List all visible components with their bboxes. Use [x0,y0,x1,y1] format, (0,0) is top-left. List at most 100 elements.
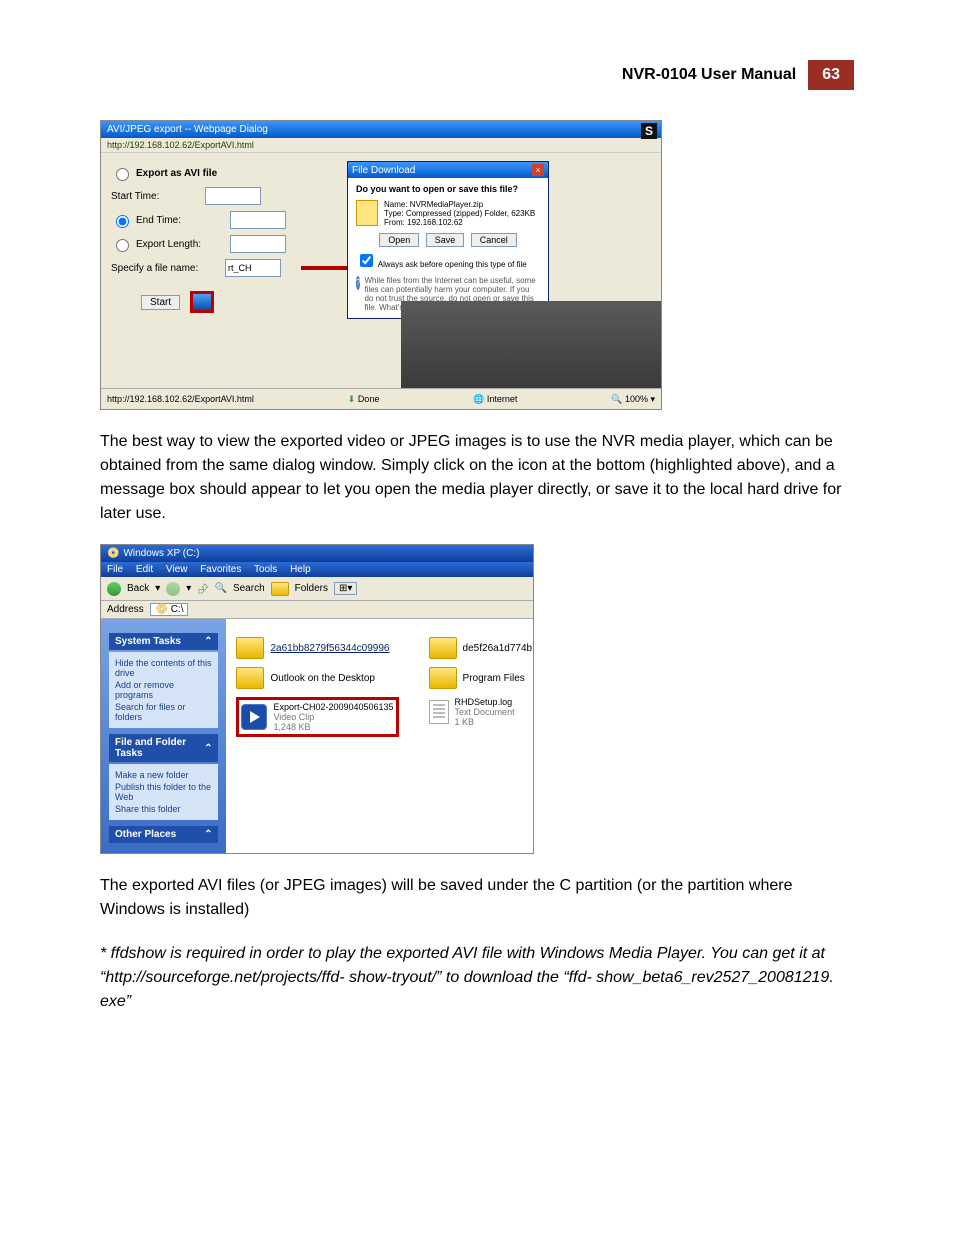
folder-name: de5f26a1d774b [463,643,533,654]
page-header: NVR-0104 User Manual 63 [100,60,854,90]
folder-icon [236,637,264,659]
view-icon[interactable]: ⊞▾ [334,582,357,595]
fd-question: Do you want to open or save this file? [356,184,518,194]
video-type: Video Clip [273,712,393,722]
task-newfolder[interactable]: Make a new folder [115,770,212,780]
explorer-files: 2a61bb8279f56344c09996 Outlook on the De… [226,619,533,853]
explorer-sidebar: System Tasks ⌃ Hide the contents of this … [101,619,226,853]
status-done: Done [358,394,380,404]
system-tasks-header[interactable]: System Tasks ⌃ [109,633,218,650]
task-search[interactable]: Search for files or folders [115,702,212,722]
explorer-screenshot: 📀 Windows XP (C:) File Edit View Favorit… [100,544,534,854]
document-icon [429,700,449,724]
dialog-address: http://192.168.102.62/ExportAVI.html [101,138,661,153]
menu-edit[interactable]: Edit [136,564,153,575]
export-avi-label: Export as AVI file [136,168,217,179]
end-time-label: End Time: [136,215,226,226]
cancel-button[interactable]: Cancel [471,233,517,247]
folder-name: Outlook on the Desktop [270,673,375,684]
folder-icon [236,667,264,689]
explorer-titlebar: 📀 Windows XP (C:) [101,545,533,562]
open-button[interactable]: Open [379,233,419,247]
always-ask-checkbox[interactable] [360,254,373,267]
folder-item[interactable]: 2a61bb8279f56344c09996 [236,637,398,659]
folder-item[interactable]: Outlook on the Desktop [236,667,398,689]
filename-input[interactable] [225,259,281,277]
file-download-dialog: File Download × Do you want to open or s… [347,161,549,319]
folder-icon [429,637,457,659]
folders-icon[interactable] [271,582,289,596]
export-length-label: Export Length: [136,239,226,250]
video-name: Export-CH02-2009040506135 [273,702,393,712]
fd-from-label: From: [384,218,405,227]
folder-item[interactable]: Program Files [429,667,533,689]
export-avi-radio[interactable] [116,168,129,181]
log-name: RHDSetup.log [455,697,515,707]
start-time-label: Start Time: [111,191,201,202]
footnote: * ffdshow is required in order to play t… [100,942,854,1014]
filename-label: Specify a file name: [111,263,221,274]
status-zoom: 100% [625,394,648,404]
export-length-input[interactable] [230,235,286,253]
menu-file[interactable]: File [107,564,123,575]
fd-type-label: Type: [384,209,404,218]
folder-name: Program Files [463,673,525,684]
status-url: http://192.168.102.62/ExportAVI.html [107,394,254,404]
folder-item[interactable]: de5f26a1d774b [429,637,533,659]
explorer-menu: File Edit View Favorites Tools Help [101,562,533,577]
status-zone: Internet [487,394,518,404]
address-value[interactable]: C:\ [171,604,184,615]
collapse-icon[interactable]: ⌃ [204,829,212,840]
menu-favorites[interactable]: Favorites [200,564,241,575]
video-preview-bg [401,301,661,389]
video-icon[interactable] [241,704,267,730]
fd-name-value: NVRMediaPlayer.zip [410,200,483,209]
task-hide[interactable]: Hide the contents of this drive [115,658,212,678]
manual-title: NVR-0104 User Manual [622,66,796,84]
file-tasks-header[interactable]: File and Folder Tasks⌃ [109,734,218,762]
fd-name-label: Name: [384,200,408,209]
export-length-radio[interactable] [116,239,129,252]
other-places-header[interactable]: Other Places ⌃ [109,826,218,843]
back-label[interactable]: Back [127,583,149,594]
log-item[interactable]: RHDSetup.log Text Document 1 KB [429,697,533,727]
file-download-title: File Download [352,165,415,176]
s-badge: S [641,123,657,139]
exported-video-highlight: Export-CH02-2009040506135 Video Clip 1,2… [236,697,398,737]
folders-label[interactable]: Folders [295,583,328,594]
system-tasks-label: System Tasks [115,636,181,647]
log-size: 1 KB [455,717,515,727]
back-icon[interactable] [107,582,121,596]
collapse-icon[interactable]: ⌃ [204,743,212,754]
explorer-addressbar: Address 📀 C:\ [101,601,533,619]
explorer-title: Windows XP (C:) [123,548,199,559]
export-dialog-screenshot: AVI/JPEG export -- Webpage Dialog http:/… [100,120,662,410]
explorer-toolbar: Back ▾ ▾ ⮵ 🔍 Search Folders ⊞▾ [101,577,533,601]
close-icon[interactable]: × [532,164,544,176]
task-publish[interactable]: Publish this folder to the Web [115,782,212,802]
video-size: 1,248 KB [273,722,393,732]
menu-tools[interactable]: Tools [254,564,277,575]
save-button[interactable]: Save [426,233,465,247]
page-number: 63 [808,60,854,90]
end-time-radio[interactable] [116,215,129,228]
media-player-icon[interactable] [190,291,214,313]
log-type: Text Document [455,707,515,717]
collapse-icon[interactable]: ⌃ [204,636,212,647]
up-icon[interactable]: ⮵ [197,580,208,597]
end-time-input[interactable] [230,211,286,229]
file-tasks-label: File and Folder Tasks [115,737,204,759]
fd-type-value: Compressed (zipped) Folder, 623KB [406,209,535,218]
start-button[interactable]: Start [141,295,180,310]
task-share[interactable]: Share this folder [115,804,212,814]
forward-icon[interactable] [166,582,180,596]
search-label[interactable]: Search [233,583,265,594]
always-ask-label: Always ask before opening this type of f… [378,260,527,269]
paragraph-1: The best way to view the exported video … [100,430,854,526]
fd-from-value: 192.168.102.62 [407,218,463,227]
menu-help[interactable]: Help [290,564,311,575]
other-places-label: Other Places [115,829,176,840]
task-addremove[interactable]: Add or remove programs [115,680,212,700]
menu-view[interactable]: View [166,564,188,575]
start-time-input[interactable] [205,187,261,205]
